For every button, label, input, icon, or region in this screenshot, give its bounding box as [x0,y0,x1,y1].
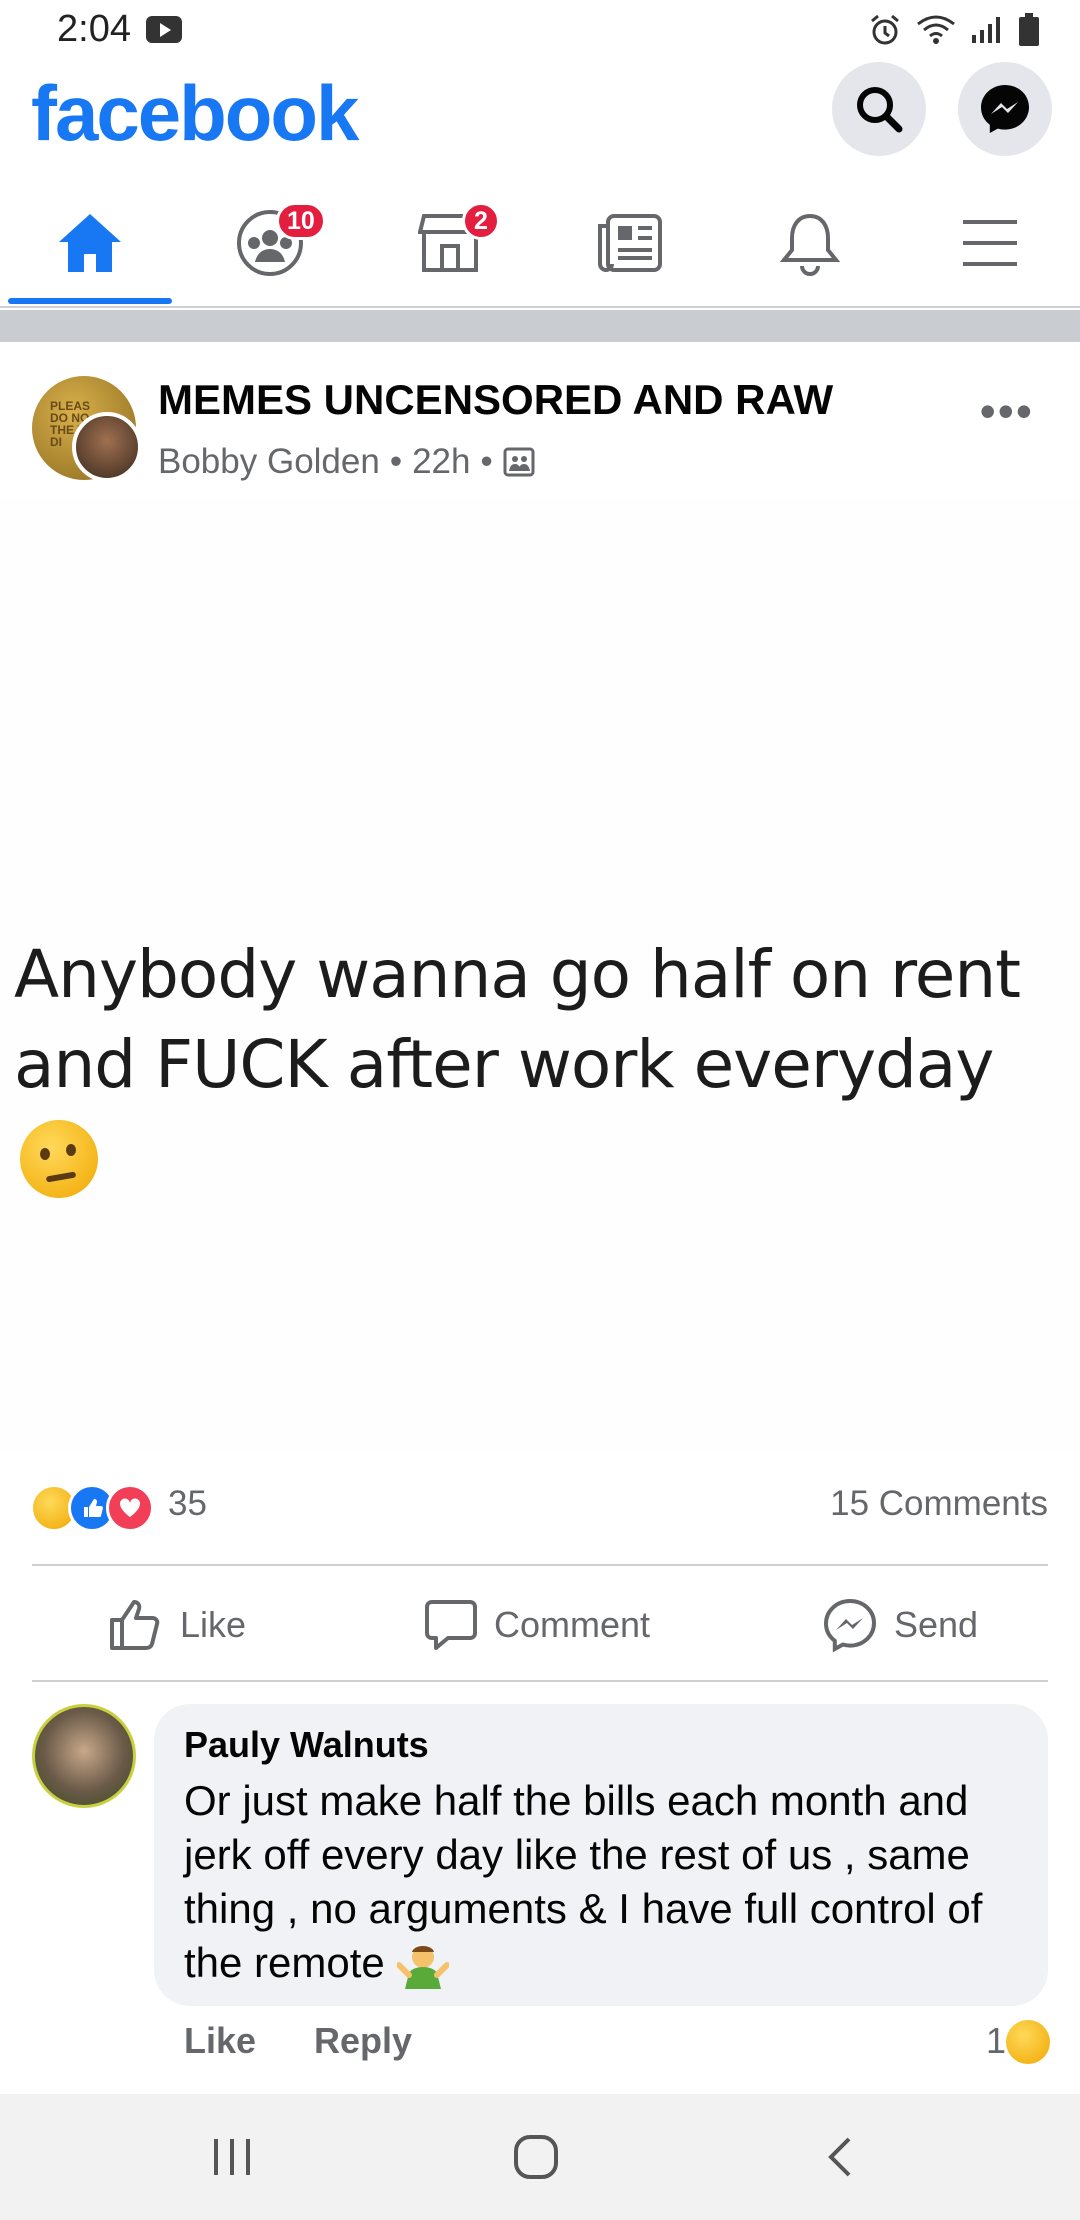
reactions-count: 35 [168,1484,207,1523]
back-button[interactable] [780,2094,900,2220]
comment-reply-button[interactable]: Reply [314,2020,412,2062]
post-text-line2: and FUCK after work everyday [14,1026,994,1103]
recent-apps-icon [214,2139,250,2175]
signal-icon [972,17,1000,43]
status-bar: 2:04 [0,0,1080,62]
author-avatar[interactable] [72,412,142,482]
tab-marketplace[interactable]: 2 [360,182,540,304]
feed-divider [0,310,1080,342]
post-text-line1: Anybody wanna go half on rent [14,936,1021,1013]
messenger-send-icon [823,1598,877,1653]
reaction-icons [30,1484,154,1532]
group-privacy-icon [503,447,535,477]
facebook-logo[interactable]: facebook [31,68,359,159]
commenter-avatar[interactable] [32,1704,136,1808]
post-text-line2-wrap: and FUCK after work everyday [14,1020,1074,1200]
post-meta: Bobby Golden • 22h • [158,442,535,482]
system-nav-bar [0,2094,1080,2220]
comment-bubble[interactable]: Pauly Walnuts Or just make half the bill… [154,1704,1048,2006]
person-shrugging-emoji-icon [395,1943,450,1989]
haha-reaction-icon [1006,2020,1050,2064]
comment-author[interactable]: Pauly Walnuts [184,1724,429,1766]
tab-groups[interactable]: 10 [180,182,360,304]
comment-text-wrap: Or just make half the bills each month a… [184,1774,1024,1990]
post-header: PLEAS DO NO THE Y DI MEMES UNCENSORED AND R… [0,342,1080,492]
battery-icon [1019,13,1039,46]
comment-actions: Like Reply 1 [0,2020,1080,2080]
bell-icon [780,213,840,276]
love-reaction-icon [106,1484,154,1532]
meta-separator: • [480,442,493,481]
thinking-face-emoji-icon [20,1119,98,1198]
comment-button[interactable]: Comment [424,1570,650,1680]
search-button[interactable] [832,62,926,156]
search-icon [857,87,903,133]
tab-news[interactable] [540,182,720,304]
like-button[interactable]: Like [108,1570,246,1680]
tab-home[interactable] [0,182,180,304]
comment-text: Or just make half the bills each month a… [184,1777,983,1986]
groups-badge: 10 [276,202,326,240]
marketplace-badge: 2 [462,202,500,240]
youtube-notification-icon [146,16,182,43]
post-author[interactable]: Bobby Golden [158,442,380,482]
wifi-icon [917,15,955,44]
group-name[interactable]: MEMES UNCENSORED AND RAW [158,376,833,424]
meta-separator: • [389,442,403,481]
tab-menu[interactable] [900,182,1080,304]
thumbs-up-icon [110,1600,160,1650]
comment-label: Comment [494,1604,651,1645]
tab-notifications[interactable] [720,182,900,304]
news-icon [598,214,662,272]
messenger-button[interactable] [958,62,1052,156]
menu-icon [963,220,1017,266]
post-more-options-icon[interactable]: ••• [980,384,1034,438]
back-chevron-icon [828,2137,851,2177]
comments-count[interactable]: 15 Comments [830,1484,1048,1524]
send-label: Send [894,1604,979,1645]
send-button[interactable]: Send [822,1570,978,1680]
home-icon [59,214,121,272]
comment-reaction-count: 1 [985,2020,1006,2061]
post-image-text: Anybody wanna go half on rent and FUCK a… [14,930,1074,1200]
divider [32,1680,1048,1682]
top-bar: facebook [0,62,1080,182]
reactions-summary[interactable]: 35 15 Comments [0,1470,1080,1540]
post-actions: Like Comment Send [0,1570,1080,1680]
alarm-icon [871,14,899,45]
status-time: 2:04 [57,8,131,50]
comment-like-button[interactable]: Like [184,2020,256,2062]
home-system-button[interactable] [476,2094,596,2220]
status-icons [868,10,1040,50]
home-circle-icon [514,2135,558,2179]
post-image[interactable]: Anybody wanna go half on rent and FUCK a… [0,500,1080,1450]
post-time[interactable]: 22h [412,442,470,482]
like-label: Like [180,1604,247,1645]
active-tab-indicator [8,298,172,304]
recent-apps-button[interactable] [172,2094,292,2220]
messenger-icon [981,85,1029,133]
comment-icon [425,1600,477,1650]
divider [32,1564,1048,1566]
nav-tabs: 10 2 [0,182,1080,308]
